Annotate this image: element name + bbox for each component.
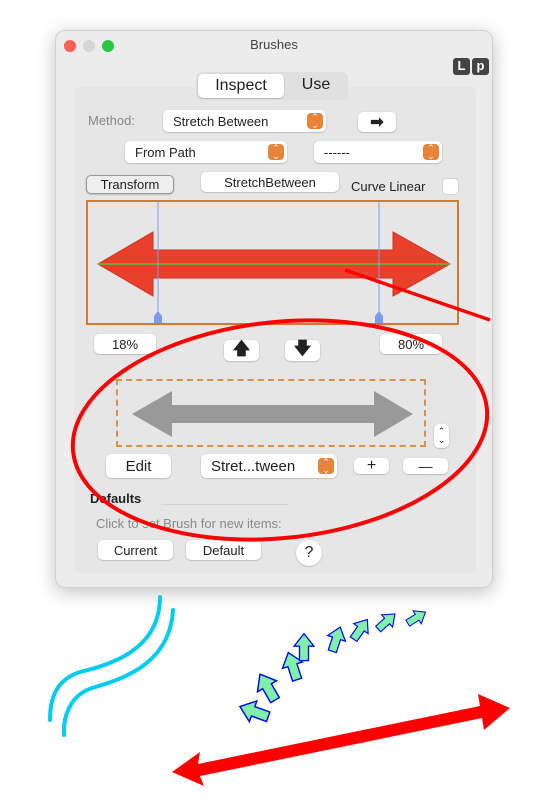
small-arrow-mark xyxy=(238,699,271,724)
annotation-ellipse xyxy=(70,318,490,542)
small-arrow-mark xyxy=(256,673,281,704)
small-arrow-mark xyxy=(292,632,316,662)
red-double-arrow xyxy=(172,694,510,786)
small-arrow-mark xyxy=(405,610,427,627)
small-arrow-mark xyxy=(326,626,347,654)
small-arrow-mark xyxy=(349,618,369,643)
annotation-line xyxy=(344,268,491,322)
arrow-brush-stroke xyxy=(238,610,427,724)
cyan-brush-stroke xyxy=(48,595,162,722)
canvas-artwork xyxy=(48,268,510,786)
small-arrow-mark xyxy=(374,613,396,633)
